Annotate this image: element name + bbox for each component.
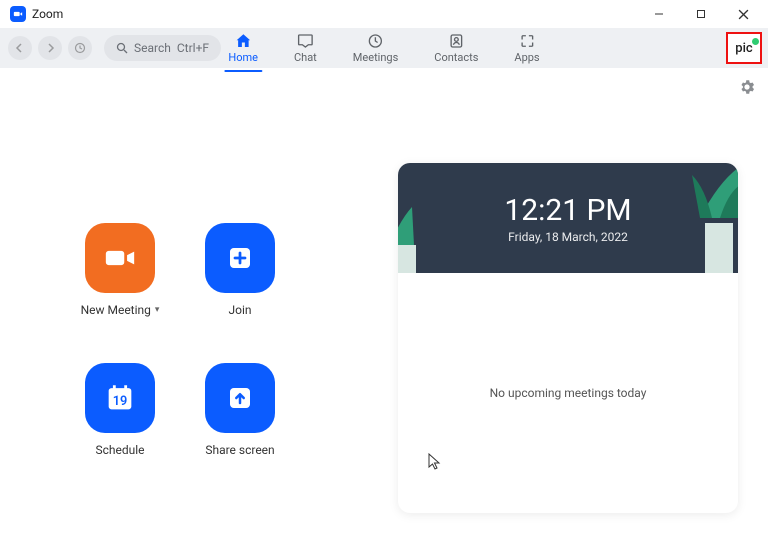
chevron-down-icon: ▾ <box>155 305 160 315</box>
tab-home[interactable]: Home <box>224 32 262 64</box>
quick-actions: New Meeting ▾ Join 19 Schedule Share scr… <box>60 223 300 513</box>
action-label: New Meeting <box>81 303 151 317</box>
home-icon <box>234 32 252 50</box>
tab-label: Home <box>228 51 258 64</box>
search-icon <box>116 42 128 54</box>
tab-label: Contacts <box>434 51 478 64</box>
card-time: 12:21 PM <box>504 193 631 228</box>
new-meeting-button[interactable]: New Meeting ▾ <box>60 223 180 353</box>
action-label: Schedule <box>95 443 144 457</box>
chat-icon <box>296 32 314 50</box>
tab-chat[interactable]: Chat <box>290 32 321 64</box>
toolbar: Search Ctrl+F Home Chat Meetings Conta <box>0 28 768 68</box>
tab-label: Apps <box>514 51 539 64</box>
calendar-card: 12:21 PM Friday, 18 March, 2022 No upcom… <box>398 163 738 513</box>
tab-meetings[interactable]: Meetings <box>349 32 402 64</box>
search-label: Search <box>134 41 171 55</box>
calendar-icon: 19 <box>85 363 155 433</box>
tab-apps[interactable]: Apps <box>510 32 543 64</box>
no-meetings-text: No upcoming meetings today <box>490 386 647 400</box>
maximize-button[interactable] <box>680 0 722 28</box>
status-dot-icon <box>752 38 759 45</box>
apps-icon <box>518 32 536 50</box>
back-button[interactable] <box>8 36 32 60</box>
action-label: Join <box>228 303 251 317</box>
tab-label: Meetings <box>353 51 398 64</box>
video-icon <box>85 223 155 293</box>
card-date: Friday, 18 March, 2022 <box>508 230 628 244</box>
share-icon <box>205 363 275 433</box>
window-title: Zoom <box>32 7 63 21</box>
join-button[interactable]: Join <box>180 223 300 353</box>
profile-label: pic <box>735 41 752 56</box>
search-shortcut: Ctrl+F <box>177 41 209 55</box>
close-button[interactable] <box>722 0 764 28</box>
card-header: 12:21 PM Friday, 18 March, 2022 <box>398 163 738 273</box>
search-input[interactable]: Search Ctrl+F <box>104 35 221 61</box>
svg-text:19: 19 <box>113 394 128 409</box>
settings-button[interactable] <box>738 78 756 100</box>
clock-icon <box>367 32 385 50</box>
plant-icon <box>650 163 738 273</box>
action-label: Share screen <box>205 443 274 457</box>
share-screen-button[interactable]: Share screen <box>180 363 300 493</box>
cursor-icon <box>428 453 442 471</box>
titlebar: Zoom <box>0 0 768 28</box>
contacts-icon <box>447 32 465 50</box>
schedule-button[interactable]: 19 Schedule <box>60 363 180 493</box>
tab-contacts[interactable]: Contacts <box>430 32 482 64</box>
plant-icon <box>398 205 440 273</box>
minimize-button[interactable] <box>638 0 680 28</box>
tab-label: Chat <box>294 51 317 64</box>
plus-icon <box>205 223 275 293</box>
zoom-logo-icon <box>10 6 26 22</box>
profile-avatar[interactable]: pic <box>726 32 762 64</box>
forward-button[interactable] <box>38 36 62 60</box>
history-button[interactable] <box>68 36 92 60</box>
